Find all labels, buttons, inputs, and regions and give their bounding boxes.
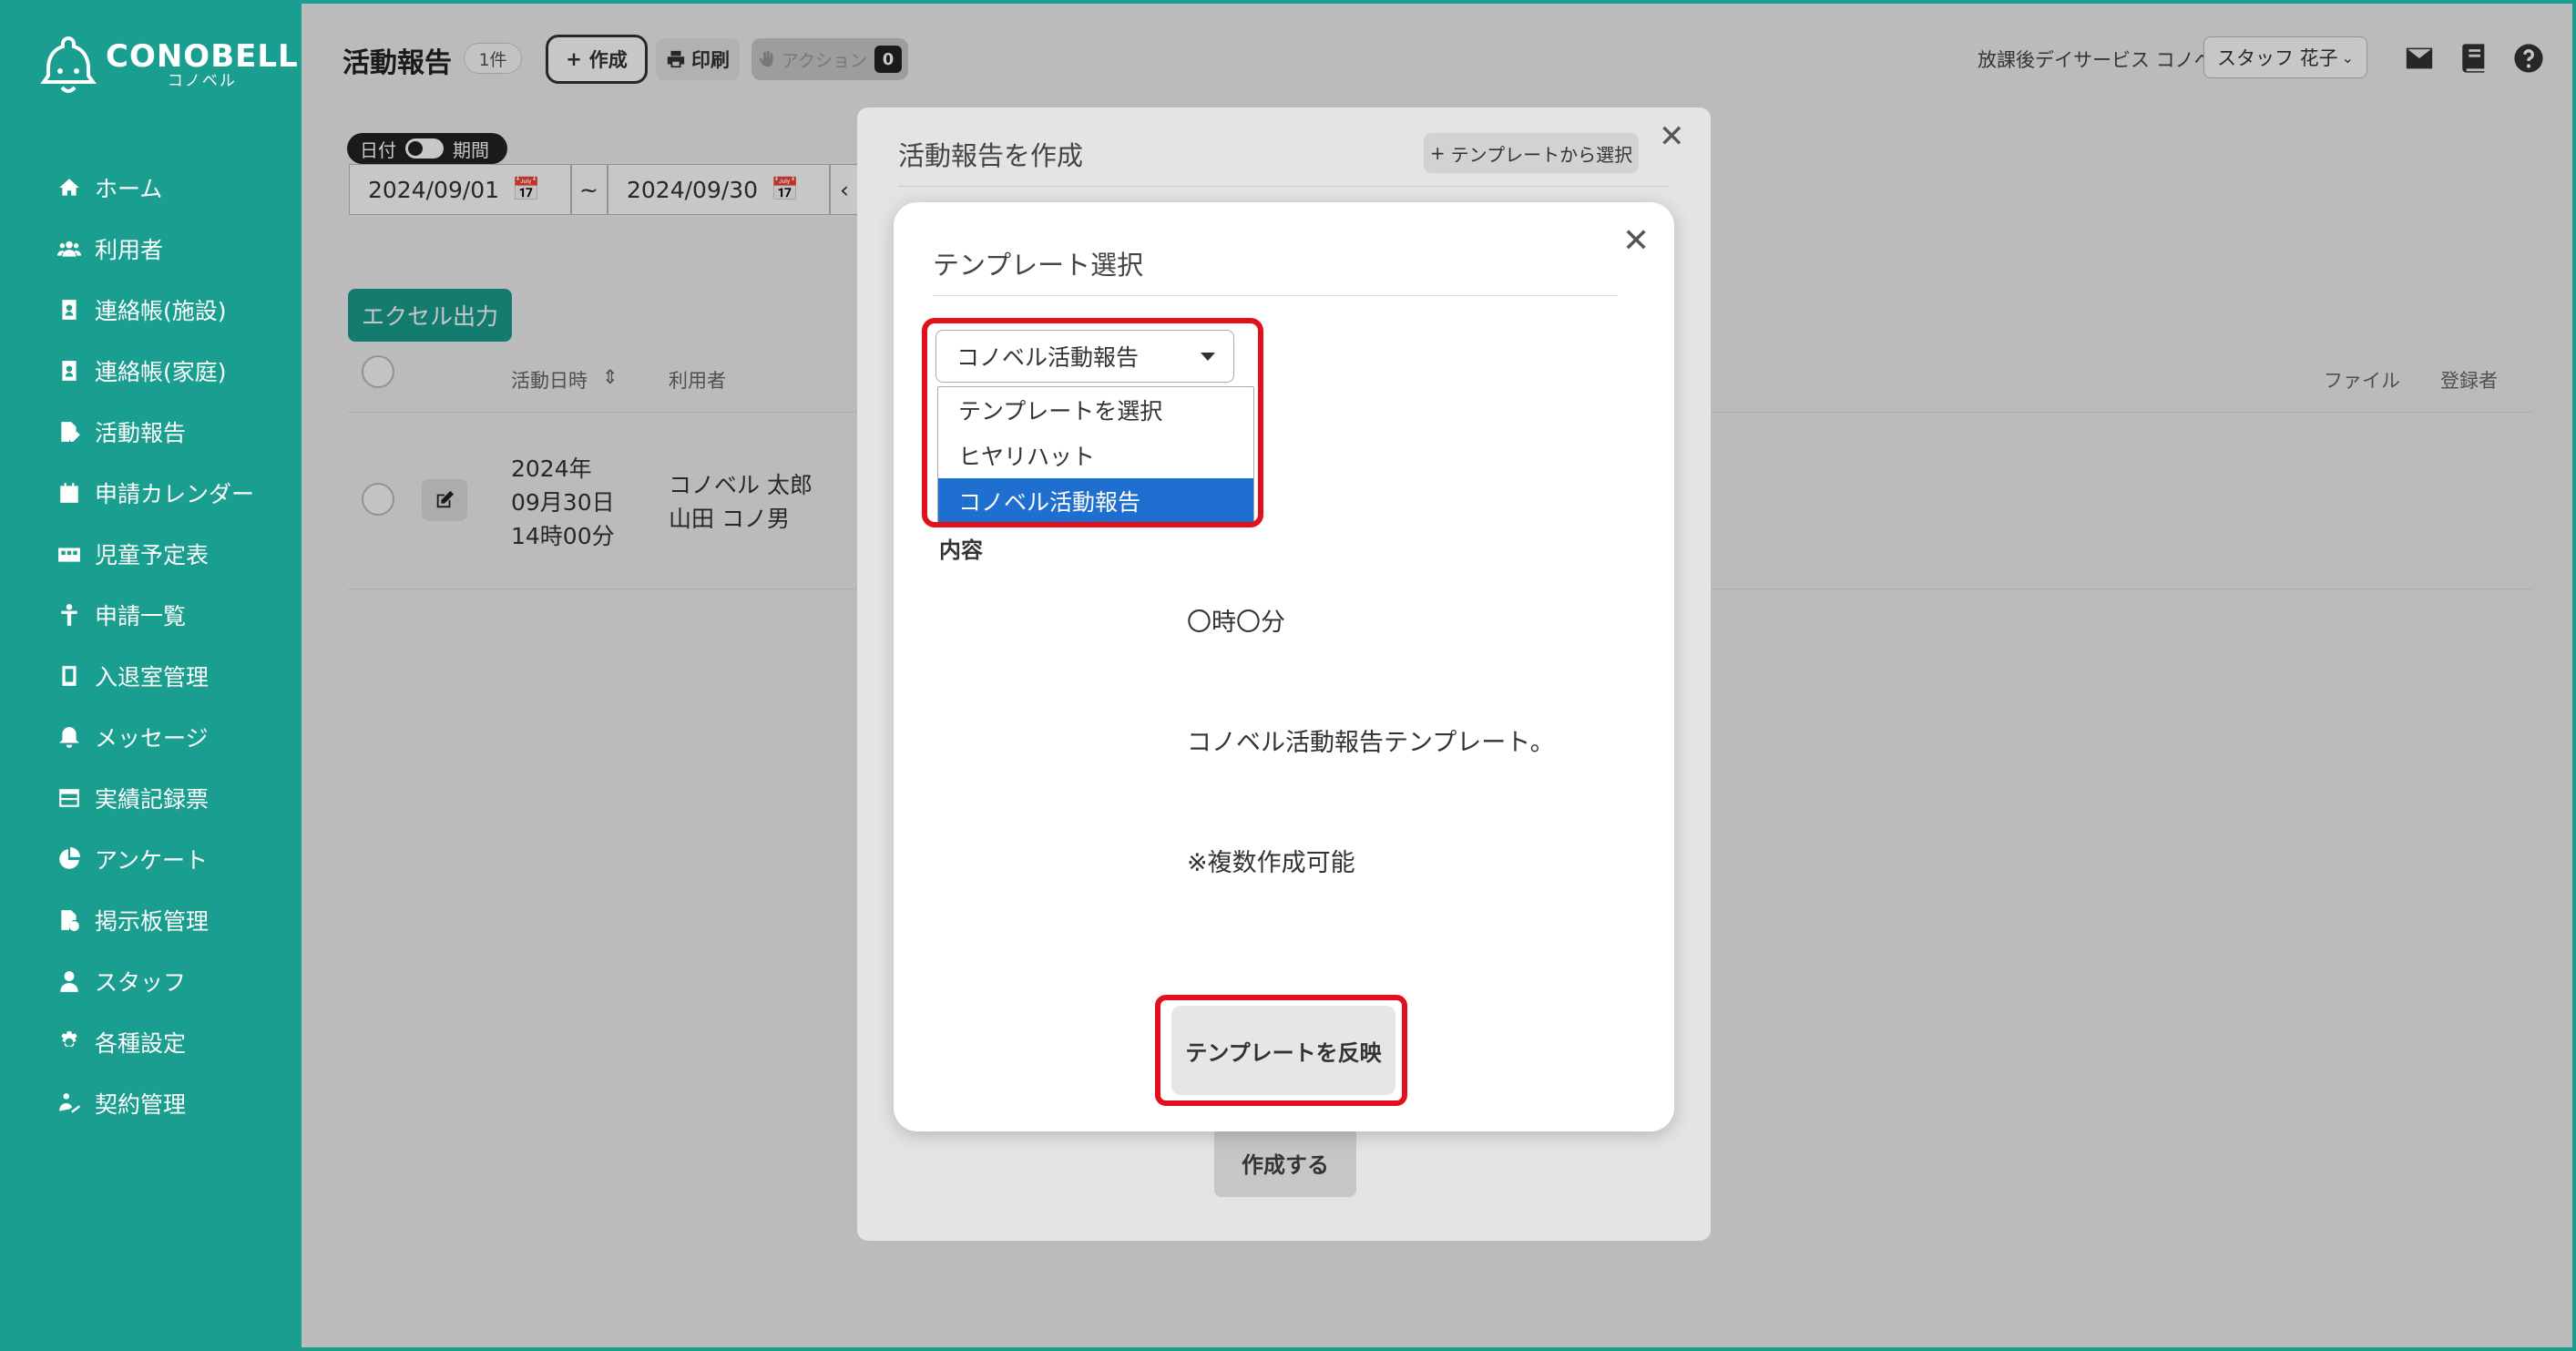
sidebar-item-messages[interactable]: メッセージ	[4, 706, 302, 767]
sidebar-item-contact-home[interactable]: 連絡帳(家庭)	[4, 340, 302, 401]
sidebar-item-staff[interactable]: スタッフ	[4, 950, 302, 1011]
close-icon[interactable]: ✕	[1622, 222, 1650, 260]
sidebar-item-label: 申請一覧	[95, 602, 187, 629]
sidebar-item-label: アンケート	[95, 846, 209, 874]
sidebar-nav: ホーム 利用者 連絡帳(施設) 連絡帳(家庭) 活動報告 申請カレンダー 児童予…	[4, 157, 302, 1133]
sidebar-item-label: 実績記録票	[95, 785, 210, 813]
activity-report-icon	[56, 419, 82, 445]
select-template-button[interactable]: + テンプレートから選択	[1424, 133, 1639, 173]
content-label: 内容	[939, 537, 983, 563]
sidebar-item-label: 活動報告	[95, 419, 187, 446]
users-icon	[56, 236, 82, 261]
sidebar-item-activity-report[interactable]: 活動報告	[4, 401, 302, 462]
brand-name: CONOBELL	[106, 38, 299, 75]
sidebar-item-settings[interactable]: 各種設定	[4, 1011, 302, 1072]
sidebar-item-label: 掲示板管理	[95, 907, 210, 935]
table-icon	[56, 785, 82, 811]
brand-sub: コノベル	[167, 72, 237, 90]
pie-chart-icon	[56, 846, 82, 872]
sidebar-item-records[interactable]: 実績記録票	[4, 767, 302, 828]
brand-logo[interactable]: CONOBELL コノベル	[40, 35, 299, 95]
plus-icon: +	[1429, 142, 1446, 164]
sidebar-item-label: 連絡帳(施設)	[95, 297, 227, 324]
template-modal-title: テンプレート選択	[933, 250, 1144, 281]
bell-logo-icon	[40, 36, 97, 93]
staff-icon	[56, 968, 82, 994]
sidebar-item-label: 児童予定表	[95, 541, 210, 568]
sidebar-item-contracts[interactable]: 契約管理	[4, 1072, 302, 1133]
board-icon	[56, 907, 82, 933]
divider	[933, 295, 1618, 296]
child-icon	[56, 602, 82, 628]
contact-book-home-icon	[56, 358, 82, 384]
sidebar-item-child-schedule[interactable]: 児童予定表	[4, 523, 302, 584]
submit-create-button[interactable]: 作成する	[1214, 1128, 1356, 1197]
close-icon[interactable]: ✕	[1659, 118, 1685, 155]
sidebar-item-label: 入退室管理	[95, 663, 210, 691]
sidebar-item-home[interactable]: ホーム	[4, 157, 302, 218]
sidebar-item-label: 申請カレンダー	[95, 480, 255, 507]
sidebar-item-label: 契約管理	[95, 1090, 187, 1118]
sidebar-item-label: ホーム	[95, 175, 163, 202]
contract-icon	[56, 1090, 82, 1116]
calendar-icon	[56, 480, 82, 506]
sidebar-item-users[interactable]: 利用者	[4, 218, 302, 279]
sidebar-item-label: スタッフ	[95, 968, 187, 996]
schedule-icon	[56, 541, 82, 567]
home-icon	[56, 175, 82, 200]
bell-icon	[56, 724, 82, 750]
sidebar: CONOBELL コノベル ホーム 利用者 連絡帳(施設) 連絡帳(家庭) 活動…	[4, 4, 302, 1347]
template-content: 〇時〇分 コノベル活動報告テンプレート。 ※複数作成可能	[1187, 609, 1555, 877]
contact-book-icon	[56, 297, 82, 322]
sidebar-item-applications[interactable]: 申請一覧	[4, 584, 302, 645]
sidebar-item-label: 連絡帳(家庭)	[95, 358, 227, 385]
highlight-box	[922, 318, 1263, 527]
sidebar-item-contact-facility[interactable]: 連絡帳(施設)	[4, 279, 302, 340]
sidebar-item-entry-exit[interactable]: 入退室管理	[4, 645, 302, 706]
divider	[898, 186, 1669, 187]
tablet-icon	[56, 663, 82, 689]
gear-icon	[56, 1029, 82, 1055]
create-modal-title: 活動報告を作成	[898, 140, 1084, 171]
highlight-box	[1155, 995, 1407, 1106]
sidebar-item-calendar[interactable]: 申請カレンダー	[4, 462, 302, 523]
sidebar-item-label: メッセージ	[95, 724, 209, 752]
sidebar-item-label: 利用者	[95, 236, 164, 263]
sidebar-item-survey[interactable]: アンケート	[4, 828, 302, 889]
sidebar-item-board[interactable]: 掲示板管理	[4, 889, 302, 950]
sidebar-item-label: 各種設定	[95, 1029, 187, 1057]
select-template-label: テンプレートから選択	[1450, 143, 1633, 166]
